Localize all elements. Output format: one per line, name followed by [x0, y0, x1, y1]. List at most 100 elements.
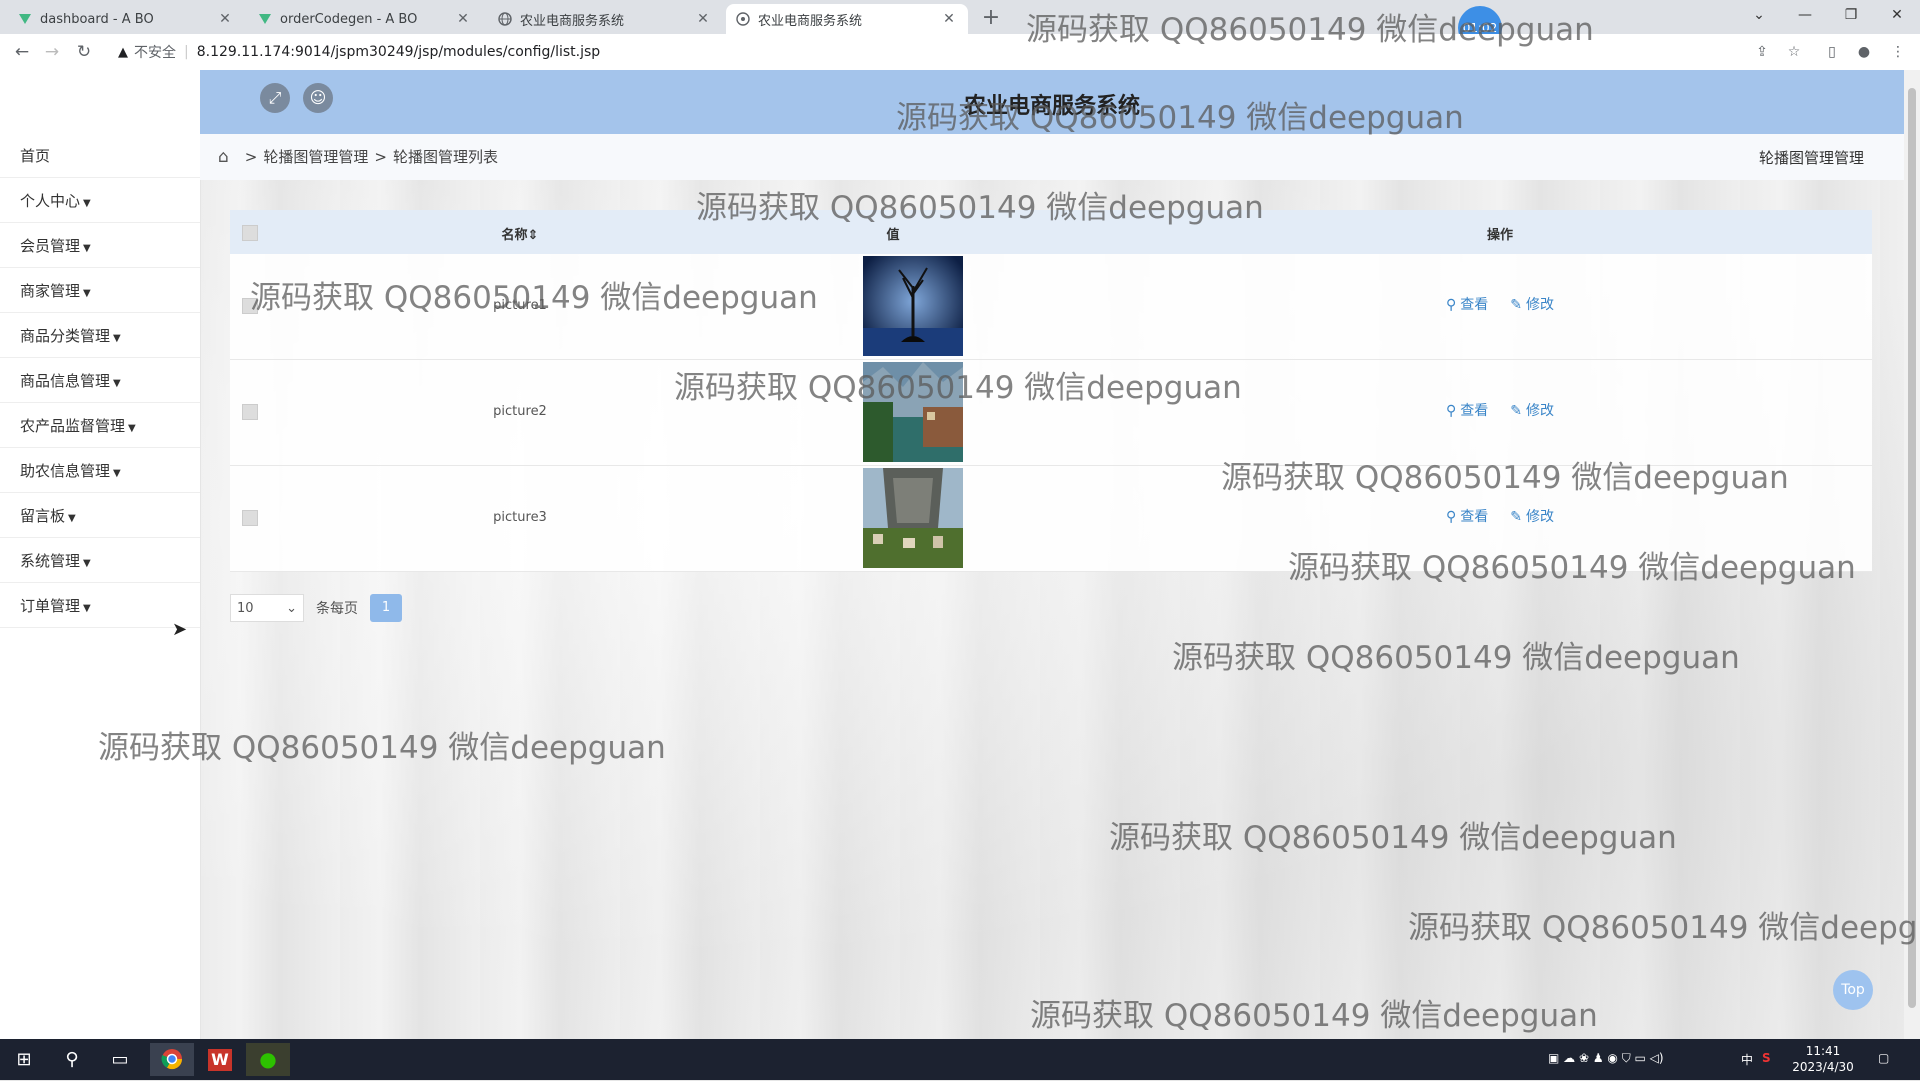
tray-icons[interactable]: ▣ ☁ ❀ ♟ ◉ ⛉ ▭ ◁): [1548, 1051, 1664, 1066]
row-checkbox[interactable]: [242, 404, 258, 420]
windows-taskbar: ⊞ ⚲ ▭ W ● ▣ ☁ ❀ ♟ ◉ ⛉ ▭ ◁) 中 S 11:41 202…: [0, 1039, 1920, 1080]
edit-button[interactable]: ✎ 修改: [1510, 294, 1554, 314]
sidebar-item-products[interactable]: 商品信息管理 ▼: [0, 359, 200, 403]
row-name: picture2: [493, 404, 547, 419]
row-checkbox[interactable]: [242, 510, 258, 526]
row-checkbox[interactable]: [242, 298, 258, 314]
view-button[interactable]: ⚲ 查看: [1446, 400, 1488, 420]
close-icon[interactable]: ✕: [454, 11, 472, 27]
back-to-top-button[interactable]: Top: [1833, 970, 1873, 1010]
edit-button[interactable]: ✎ 修改: [1510, 506, 1554, 526]
sidebar-item-merchants[interactable]: 商家管理 ▼: [0, 269, 200, 313]
sidebar-item-categories[interactable]: 商品分类管理 ▼: [0, 314, 200, 358]
pencil-icon: ✎: [1510, 509, 1522, 525]
sidebar-item-home[interactable]: 首页: [0, 134, 200, 178]
caret-down-icon: ▼: [83, 558, 91, 569]
search-icon[interactable]: ⚲: [50, 1043, 94, 1076]
sidebar-item-farm-info[interactable]: 助农信息管理 ▼: [0, 449, 200, 493]
restore-button[interactable]: ❐: [1828, 0, 1874, 30]
task-view-icon[interactable]: ▭: [98, 1043, 142, 1076]
sort-icon[interactable]: ⇕: [528, 228, 539, 243]
sidebar-item-orders[interactable]: 订单管理 ▼: [0, 584, 200, 628]
vue-favicon-icon: [258, 12, 272, 26]
wechat-icon[interactable]: ●: [246, 1043, 290, 1076]
tab-search-icon[interactable]: ⌄: [1736, 0, 1782, 30]
tab-title: 农业电商服务系统: [758, 13, 863, 29]
back-icon[interactable]: ←: [10, 40, 34, 64]
table-row: picture1 ⚲ 查看 ✎ 修改: [230, 254, 1872, 360]
sidebar: 首页 个人中心 ▼ 会员管理 ▼ 商家管理 ▼ 商品分类管理 ▼ 商品信息管理 ▼ 农产品…: [0, 70, 201, 1039]
shield-favicon-icon: [736, 12, 750, 26]
close-icon[interactable]: ✕: [940, 11, 958, 27]
home-icon[interactable]: ⌂: [218, 147, 229, 167]
sidepanel-icon[interactable]: ▯: [1822, 42, 1842, 62]
sidebar-item-personal-center[interactable]: 个人中心 ▼: [0, 179, 200, 223]
view-label: 查看: [1460, 403, 1489, 419]
row-thumbnail-image: [863, 362, 963, 462]
search-icon: ⚲: [1446, 509, 1457, 525]
notification-icon[interactable]: ▢: [1878, 1051, 1889, 1065]
table-header: 名称⇕ 值 操作: [230, 210, 1872, 254]
caret-down-icon: ▼: [113, 468, 121, 479]
page-button-current[interactable]: 1: [370, 594, 402, 622]
view-button[interactable]: ⚲ 查看: [1446, 506, 1488, 526]
clock[interactable]: 11:41 2023/4/30: [1783, 1043, 1863, 1075]
scrollbar-thumb[interactable]: [1908, 88, 1916, 1008]
reload-icon[interactable]: ↻: [72, 40, 96, 64]
breadcrumb-level2: 轮播图管理列表: [392, 148, 498, 166]
breadcrumb-separator: >: [374, 147, 387, 166]
sogou-icon[interactable]: S: [1762, 1051, 1771, 1065]
share-icon[interactable]: ⇪: [1752, 42, 1772, 62]
row-thumbnail-image: [863, 468, 963, 568]
address-bar: ← → ↻ ▲ 不安全 | 8.129.11.174:9014/jspm3024…: [0, 34, 1920, 71]
tab-title: dashboard - A BO: [40, 11, 154, 27]
ime-indicator[interactable]: 中: [1741, 1051, 1753, 1068]
row-actions: ⚲ 查看 ✎ 修改: [1446, 294, 1554, 314]
browser-tab[interactable]: orderCodegen - A BO ✕: [248, 4, 482, 34]
menu-icon[interactable]: ⋮: [1888, 42, 1908, 62]
sidebar-item-label: 系统管理: [20, 552, 81, 570]
caret-down-icon: ▼: [128, 423, 136, 434]
edit-label: 修改: [1526, 297, 1554, 313]
section-label: 轮播图管理管理: [1758, 149, 1864, 167]
forward-icon[interactable]: →: [40, 40, 64, 64]
globe-icon: [498, 12, 512, 26]
page-scrollbar[interactable]: [1904, 70, 1920, 1039]
browser-tab[interactable]: dashboard - A BO ✕: [8, 4, 244, 34]
minimize-button[interactable]: —: [1782, 0, 1828, 30]
sidebar-item-members[interactable]: 会员管理 ▼: [0, 224, 200, 268]
close-icon[interactable]: ✕: [216, 11, 234, 27]
column-header-ops: 操作: [1486, 228, 1513, 243]
table-row: picture3 ⚲ 查看 ✎ 修改: [230, 466, 1872, 572]
column-header-name[interactable]: 名称⇕: [450, 224, 590, 243]
browser-tab-bar: dashboard - A BO ✕ orderCodegen - A BO ✕…: [0, 0, 1920, 50]
per-page-label: 条每页: [316, 601, 358, 617]
search-icon: ⚲: [1446, 403, 1457, 419]
breadcrumb-bar: ⌂ > 轮播图管理管理 > 轮播图管理列表 轮播图管理管理: [200, 134, 1904, 180]
caret-down-icon: ▼: [113, 333, 121, 344]
browser-tab-active[interactable]: 农业电商服务系统 ✕: [726, 4, 968, 34]
star-icon[interactable]: ☆: [1784, 42, 1804, 62]
wps-icon[interactable]: W: [198, 1043, 242, 1076]
edit-button[interactable]: ✎ 修改: [1510, 400, 1554, 420]
sidebar-item-label: 商家管理: [20, 282, 81, 300]
sidebar-item-label: 订单管理: [20, 597, 81, 615]
browser-tab[interactable]: 农业电商服务系统 ✕: [488, 4, 722, 34]
select-all-checkbox[interactable]: [242, 225, 258, 241]
sidebar-item-system[interactable]: 系统管理 ▼: [0, 539, 200, 583]
sidebar-item-supervision[interactable]: 农产品监督管理 ▼: [0, 404, 200, 448]
sidebar-item-messages[interactable]: 留言板 ▼: [0, 494, 200, 538]
windows-start-icon[interactable]: ⊞: [2, 1043, 46, 1076]
caret-down-icon: ▼: [83, 243, 91, 254]
url-field[interactable]: ▲ 不安全 | 8.129.11.174:9014/jspm30249/jsp/…: [106, 38, 1746, 66]
new-tab-button[interactable]: +: [978, 5, 1004, 31]
chrome-icon[interactable]: [150, 1043, 194, 1076]
breadcrumb-level1[interactable]: 轮播图管理管理: [263, 146, 368, 167]
page-size-select[interactable]: 10 ⌄: [230, 594, 304, 622]
close-icon[interactable]: ✕: [694, 11, 712, 27]
profile-icon[interactable]: ●: [1854, 42, 1874, 62]
close-window-button[interactable]: ✕: [1874, 0, 1920, 30]
mouse-cursor-icon: ➤: [172, 619, 188, 640]
row-name: picture1: [493, 298, 547, 313]
view-button[interactable]: ⚲ 查看: [1446, 294, 1488, 314]
